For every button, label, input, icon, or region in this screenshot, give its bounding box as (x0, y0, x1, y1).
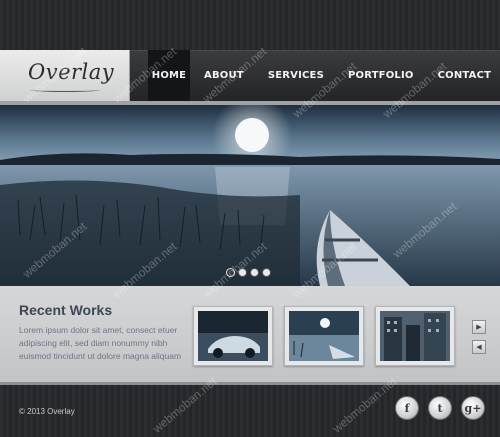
slider-dot-3[interactable] (250, 268, 259, 277)
top-band (0, 0, 500, 50)
copyright-text: © 2013 Overlay (19, 407, 75, 416)
google-plus-icon[interactable]: g+ (461, 396, 485, 420)
work-thumbnail-lake[interactable] (284, 306, 364, 366)
twitter-icon[interactable]: t (428, 396, 452, 420)
slider-dot-4[interactable] (262, 268, 271, 277)
car-thumbnail-image (198, 311, 268, 361)
recent-works-text: Lorem ipsum dolor sit amet, consect etue… (19, 325, 182, 361)
facebook-icon[interactable]: f (395, 396, 419, 420)
work-thumbnail-city[interactable] (375, 306, 455, 366)
moon-lake-thumbnail-image (289, 311, 359, 361)
works-prev-button[interactable]: ◀ (472, 340, 486, 354)
recent-works-title: Recent Works (19, 302, 113, 318)
city-thumbnail-image (380, 311, 450, 361)
works-next-button[interactable]: ▶ (472, 320, 486, 334)
work-thumbnail-car[interactable] (193, 306, 273, 366)
recent-works-section: Recent Works Lorem ipsum dolor sit amet,… (0, 286, 500, 382)
footer: © 2013 Overlay f t g+ (0, 385, 500, 437)
